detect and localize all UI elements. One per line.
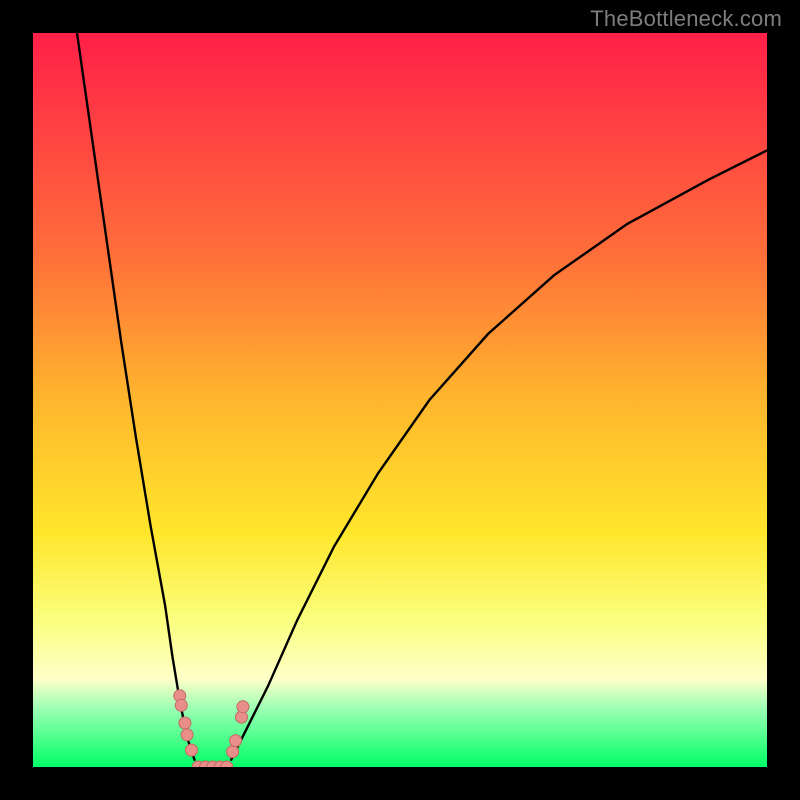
marker-point	[175, 699, 187, 711]
watermark-text: TheBottleneck.com	[590, 6, 782, 32]
marker-point	[230, 735, 242, 747]
left-curve	[77, 33, 195, 760]
curves-layer	[33, 33, 767, 767]
marker-point	[181, 729, 193, 741]
marker-point	[179, 717, 191, 729]
right-curve	[231, 150, 767, 759]
chart-stage: TheBottleneck.com	[0, 0, 800, 800]
marker-point	[186, 744, 198, 756]
marker-group	[174, 690, 249, 767]
marker-point	[237, 701, 249, 713]
plot-area	[33, 33, 767, 767]
marker-point	[227, 746, 239, 758]
